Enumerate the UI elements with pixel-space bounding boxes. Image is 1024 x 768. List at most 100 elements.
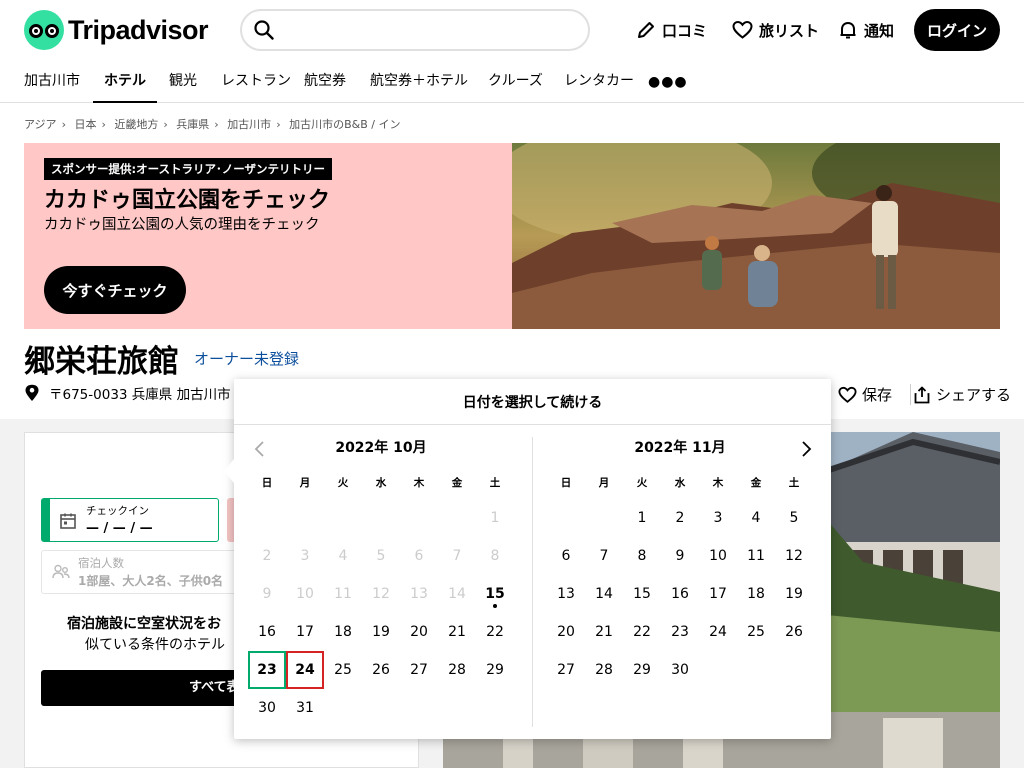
calendar-day[interactable]: 16 (248, 613, 286, 651)
date-picker-popup: 日付を選択して続ける 2022年 10月 日月火水木金土 1 2 3 4 5 6 7 8 9 10 1… (224, 379, 831, 739)
calendar-day[interactable]: 21 (438, 613, 476, 651)
calendar-day[interactable]: 15 (623, 575, 661, 613)
checkin-value: — / — / — (86, 521, 153, 536)
calendar-day[interactable]: 9 (661, 537, 699, 575)
nav-item-restaurants[interactable]: レストラン (221, 60, 291, 103)
calendar-day[interactable]: 4 (737, 499, 775, 537)
calendar-day[interactable]: 14 (585, 575, 623, 613)
alerts-button[interactable]: 通知 (838, 16, 894, 44)
calendar-day[interactable]: 25 (737, 613, 775, 651)
banner-cta-button[interactable]: 今すぐチェック (44, 266, 186, 314)
calendar-day[interactable]: 18 (324, 613, 362, 651)
calendar-day[interactable]: 31 (286, 689, 324, 727)
address-row[interactable]: 〒675-0033 兵庫県 加古川市 (24, 383, 231, 403)
calendar-day[interactable]: 2 (661, 499, 699, 537)
calendar-day[interactable]: 20 (400, 613, 438, 651)
calendar-day[interactable]: 23 (661, 613, 699, 651)
calendar-day: 4 (338, 548, 348, 564)
calendar-day[interactable]: 27 (547, 651, 585, 689)
calendar-day[interactable]: 6 (547, 537, 585, 575)
calendar-day[interactable]: 11 (737, 537, 775, 575)
calendar-day[interactable]: 21 (585, 613, 623, 651)
date-picker-header: 日付を選択して続ける (234, 379, 831, 425)
owner-status-link[interactable]: オーナー未登録 (194, 348, 299, 369)
calendar-day[interactable]: 25 (324, 651, 362, 689)
calendar-day[interactable]: 27 (400, 651, 438, 689)
calendar-day[interactable]: 29 (476, 651, 514, 689)
calendar-day[interactable]: 3 (699, 499, 737, 537)
breadcrumb-item[interactable]: 加古川市 (227, 118, 271, 131)
bell-icon (840, 22, 856, 39)
calendar-day[interactable]: 15 (476, 575, 514, 613)
breadcrumb-item[interactable]: 日本 (74, 118, 96, 131)
trips-button[interactable]: 旅リスト (732, 16, 819, 44)
breadcrumb-item[interactable]: 近畿地方 (114, 118, 158, 131)
calendar-day[interactable]: 16 (661, 575, 699, 613)
review-label: 口コミ (662, 21, 708, 40)
nav-item-attractions[interactable]: 観光 (169, 60, 197, 103)
calendar-day[interactable]: 7 (585, 537, 623, 575)
calendar-day: 14 (448, 586, 466, 602)
calendar-day[interactable]: 30 (248, 689, 286, 727)
calendar-day[interactable]: 26 (775, 613, 813, 651)
calendar-day[interactable]: 26 (362, 651, 400, 689)
calendar-day[interactable]: 8 (623, 537, 661, 575)
save-button[interactable]: 保存 (838, 384, 892, 405)
calendar-day[interactable]: 22 (476, 613, 514, 651)
calendar-day[interactable]: 10 (699, 537, 737, 575)
calendar-day[interactable]: 12 (775, 537, 813, 575)
breadcrumb-item[interactable]: アジア (24, 118, 57, 131)
share-button[interactable]: シェアする (910, 384, 1011, 405)
nav-item-flights[interactable]: 航空券 (304, 60, 346, 103)
tripadvisor-logo[interactable]: Tripadvisor (24, 10, 209, 50)
calendar-day[interactable]: 28 (438, 651, 476, 689)
calendar-day[interactable]: 29 (623, 651, 661, 689)
nav-item-cruises[interactable]: クルーズ (488, 60, 543, 103)
calendar-day[interactable]: 24 (286, 651, 324, 689)
login-button[interactable]: ログイン (914, 9, 1000, 51)
category-nav: 加古川市 ホテル 観光 レストラン 航空券 航空券＋ホテル クルーズ レンタカー… (0, 60, 1024, 103)
calendar-day[interactable]: 18 (737, 575, 775, 613)
weekday-label: 日 (261, 477, 273, 489)
search-bar[interactable] (240, 9, 590, 51)
more-menu-button[interactable]: ●●● (648, 74, 688, 90)
calendar-day[interactable]: 1 (623, 499, 661, 537)
nav-item-city[interactable]: 加古川市 (24, 60, 80, 103)
calendar-day[interactable]: 19 (362, 613, 400, 651)
calendar-day: 9 (262, 586, 272, 602)
calendar-day[interactable]: 24 (699, 613, 737, 651)
calendar-day: 10 (296, 586, 314, 602)
checkin-field[interactable]: チェックイン — / — / — (41, 498, 219, 542)
alerts-label: 通知 (864, 21, 895, 40)
calendar-day[interactable]: 22 (623, 613, 661, 651)
nav-item-flight-hotel[interactable]: 航空券＋ホテル (370, 60, 468, 103)
calendar-day[interactable]: 5 (775, 499, 813, 537)
similar-hotels-message: 似ている条件のホテル (85, 637, 225, 653)
calendar-day: 7 (452, 548, 462, 564)
nav-item-rental-cars[interactable]: レンタカー (564, 60, 634, 103)
map-pin-icon (25, 384, 39, 401)
calendar-icon (60, 513, 76, 529)
checkin-label: チェックイン (86, 505, 149, 517)
month-title: 2022年 11月 (634, 440, 726, 456)
calendar-day: 5 (376, 548, 386, 564)
calendar-day[interactable]: 13 (547, 575, 585, 613)
nav-item-hotels[interactable]: ホテル (93, 60, 157, 103)
write-review-button[interactable]: 口コミ (636, 16, 707, 44)
weekday-label: 水 (375, 477, 387, 489)
weekday-label: 土 (489, 477, 501, 489)
calendar-day[interactable]: 17 (286, 613, 324, 651)
calendar-day[interactable]: 28 (585, 651, 623, 689)
weekday-label: 金 (750, 477, 762, 489)
search-input[interactable] (286, 17, 576, 43)
breadcrumb-item[interactable]: 兵庫県 (176, 118, 209, 131)
calendar-day[interactable]: 19 (775, 575, 813, 613)
sponsored-banner[interactable]: スポンサー提供:オーストラリア･ノーザンテリトリー カカドゥ国立公園をチェック … (24, 143, 1000, 329)
calendar-day[interactable]: 23 (248, 651, 286, 689)
weekday-label: 火 (636, 477, 648, 489)
guests-label: 宿泊人数 (78, 556, 124, 570)
breadcrumb-item[interactable]: 加古川市のB&B / イン (289, 118, 400, 131)
calendar-day[interactable]: 20 (547, 613, 585, 651)
calendar-day[interactable]: 30 (661, 651, 699, 689)
calendar-day[interactable]: 17 (699, 575, 737, 613)
